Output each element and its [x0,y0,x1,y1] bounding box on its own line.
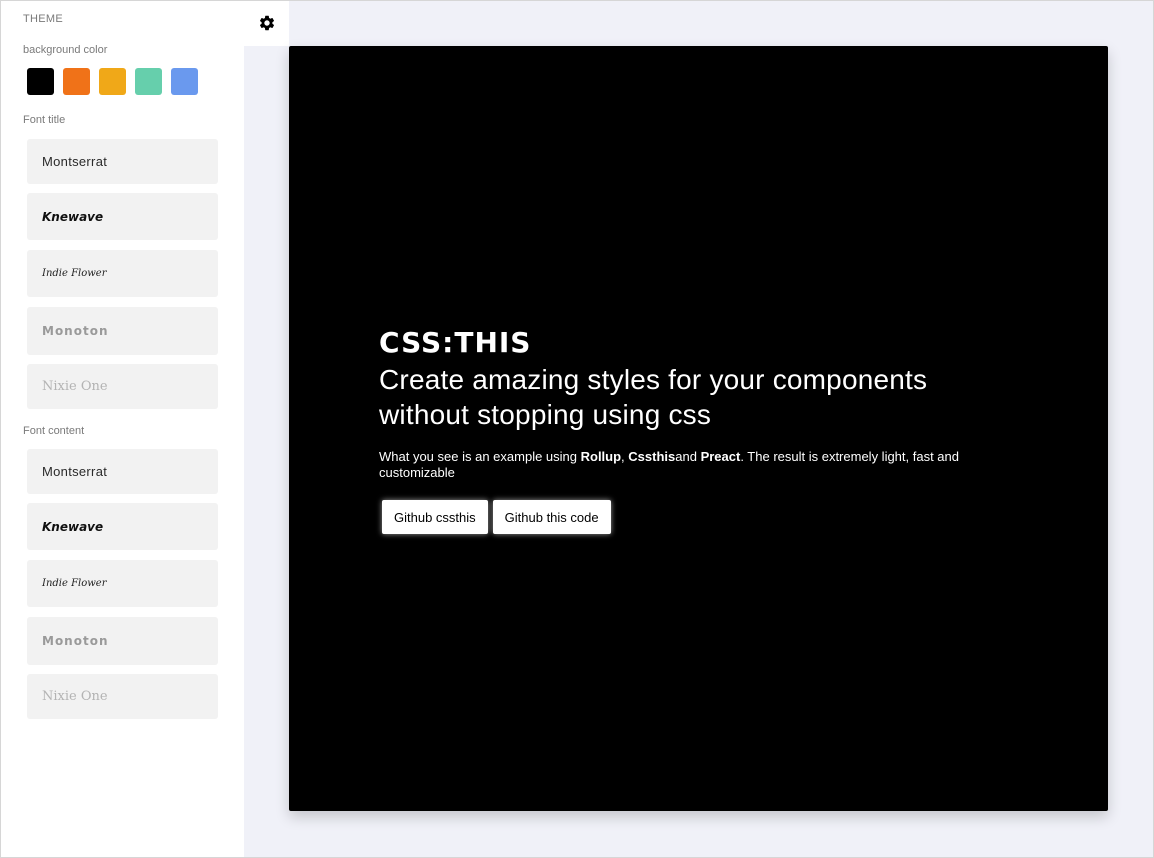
hero-description: What you see is an example using Rollup,… [379,449,979,481]
color-swatches [27,68,198,95]
font-title-options: Montserrat Knewave Indie Flower Monoton … [27,139,218,418]
font-content-nixie-one[interactable]: Nixie One [27,674,218,719]
font-title-montserrat[interactable]: Montserrat [27,139,218,184]
desc-preact: Preact [700,449,741,464]
font-content-label: Font content [23,425,85,437]
swatch-blue[interactable] [171,68,198,95]
swatch-black[interactable] [27,68,54,95]
font-title-nixie-one[interactable]: Nixie One [27,364,218,409]
github-cssthis-button[interactable]: Github cssthis [382,500,488,534]
desc-and: and [675,449,701,464]
theme-sidebar: THEME background color Font title Montse… [0,0,244,858]
font-content-knewave[interactable]: Knewave [27,503,218,550]
hero-content: CSS:THIS Create amazing styles for your … [379,327,1019,534]
swatch-teal[interactable] [135,68,162,95]
desc-rollup: Rollup [580,449,622,464]
swatch-orange[interactable] [63,68,90,95]
gear-icon [259,15,274,31]
swatch-yellow[interactable] [99,68,126,95]
font-content-indie-flower[interactable]: Indie Flower [27,560,218,607]
font-content-monoton[interactable]: Monoton [27,617,218,665]
font-title-label: Font title [23,114,66,126]
background-color-label: background color [23,44,108,56]
font-content-options: Montserrat Knewave Indie Flower Monoton … [27,449,218,728]
theme-heading: THEME [23,13,63,25]
font-title-indie-flower[interactable]: Indie Flower [27,250,218,297]
hero-headline: Create amazing styles for your component… [379,364,928,430]
preview-card: CSS:THIS Create amazing styles for your … [289,46,1108,811]
settings-toggle-button[interactable] [244,0,289,46]
font-title-knewave[interactable]: Knewave [27,193,218,240]
desc-prefix: What you see is an example using [379,449,581,464]
font-content-montserrat[interactable]: Montserrat [27,449,218,494]
desc-cssthis: Cssthis [628,449,676,464]
font-title-monoton[interactable]: Monoton [27,307,218,355]
github-this-code-button[interactable]: Github this code [492,500,611,534]
hero-buttons: Github cssthis Github this code [382,500,1019,534]
cssthis-logo: CSS:THIS [379,326,532,359]
